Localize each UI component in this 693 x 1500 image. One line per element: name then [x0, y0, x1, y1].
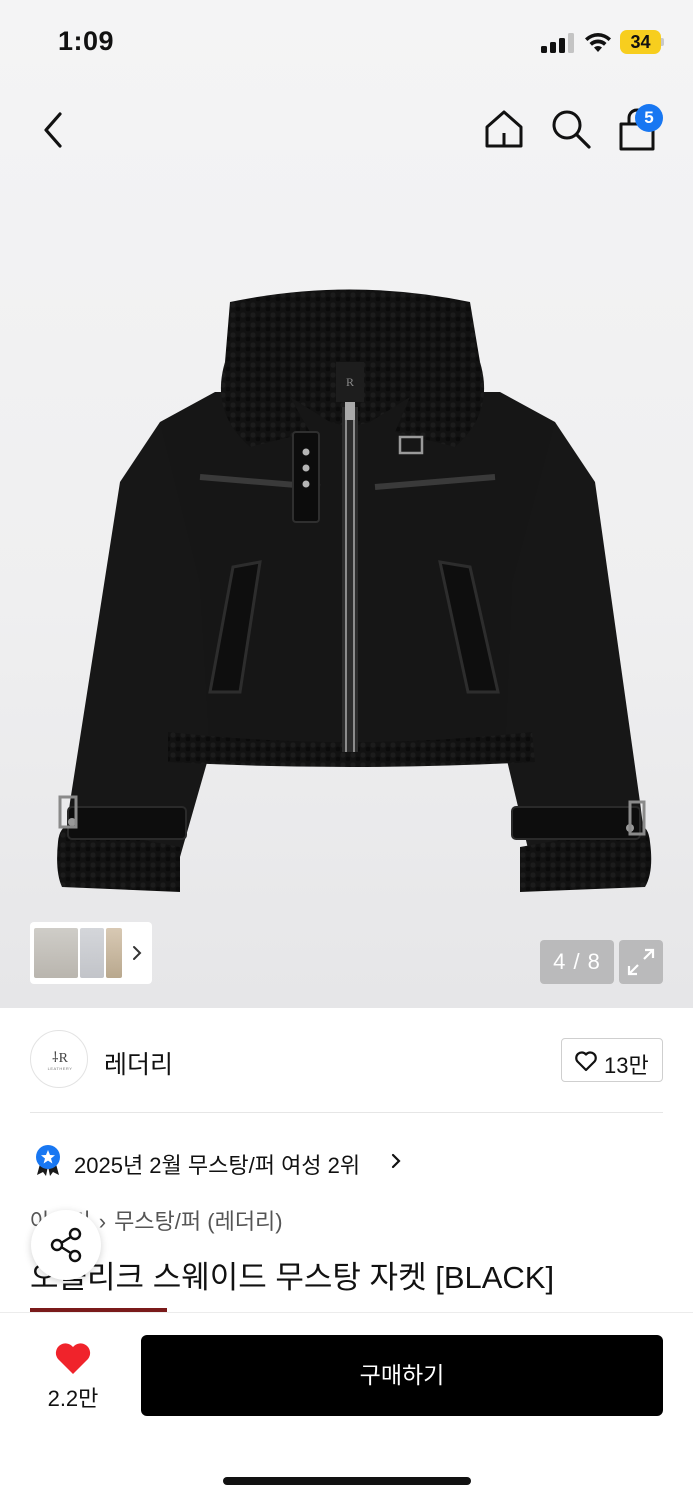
heart-filled-icon [55, 1343, 91, 1374]
product-hero: 1:09 34 5 R 4 / 8 [0, 0, 693, 1008]
divider [30, 1112, 663, 1113]
status-time: 1:09 [58, 26, 115, 56]
wishlist-count: 2.2만 [47, 1386, 99, 1411]
chevron-right-icon [391, 1153, 401, 1169]
share-button[interactable] [31, 1210, 101, 1280]
heart-outline-icon [575, 1051, 597, 1072]
product-image-jacket[interactable]: R [50, 282, 660, 902]
brand-row: ⸸R LEATHERY 레더리 13만 [30, 1030, 663, 1090]
image-page-counter: 4 / 8 [540, 940, 614, 984]
ranking-link[interactable]: 2025년 2월 무스탕/퍼 여성 2위 [30, 1140, 450, 1180]
cellular-signal-icon [541, 33, 574, 53]
brand-logo-mark: ⸸R [52, 1051, 68, 1066]
svg-text:R: R [346, 375, 354, 389]
like-brand-button[interactable]: 13만 [561, 1038, 663, 1082]
ranking-star-badge-icon [36, 1145, 60, 1176]
back-icon[interactable] [34, 108, 74, 152]
chevron-right-icon: › [98, 1209, 107, 1234]
thumbnail-image[interactable] [34, 928, 78, 978]
brand-like-count: 13만 [604, 1053, 649, 1078]
bottom-purchase-bar: 2.2만 구매하기 [0, 1312, 693, 1500]
top-nav-bar [0, 96, 693, 164]
wishlist-button[interactable]: 2.2만 [30, 1337, 116, 1417]
battery-tip [661, 38, 664, 46]
ranking-text: 2025년 2월 무스탕/퍼 여성 2위 [74, 1153, 361, 1178]
cart-count-badge: 5 [635, 104, 663, 132]
wifi-icon [585, 33, 611, 52]
share-icon [50, 1227, 82, 1263]
product-title: 오블리크 스웨이드 무스탕 자켓 [BLACK] [30, 1260, 555, 1295]
brand-logo-wordmark: LEATHERY [47, 1066, 73, 1071]
thumbnail-strip[interactable] [30, 922, 152, 984]
brand-name[interactable]: 레더리 [104, 1045, 173, 1081]
breadcrumb-subcategory[interactable]: 무스탕/퍼 (레더리) [114, 1209, 283, 1234]
status-bar: 1:09 34 [0, 0, 693, 84]
brand-logo[interactable]: ⸸R LEATHERY [30, 1030, 88, 1088]
search-icon[interactable] [550, 108, 592, 150]
buy-button[interactable]: 구매하기 [141, 1335, 663, 1416]
expand-arrows-icon [627, 948, 655, 976]
battery-level: 34 [620, 30, 661, 54]
thumbnail-image[interactable] [80, 928, 104, 978]
chevron-right-icon [133, 946, 142, 960]
home-icon[interactable] [483, 108, 525, 150]
home-indicator [223, 1477, 471, 1485]
expand-image-button[interactable] [619, 940, 663, 984]
battery-indicator: 34 [620, 30, 664, 54]
thumbnail-image[interactable] [106, 928, 122, 978]
